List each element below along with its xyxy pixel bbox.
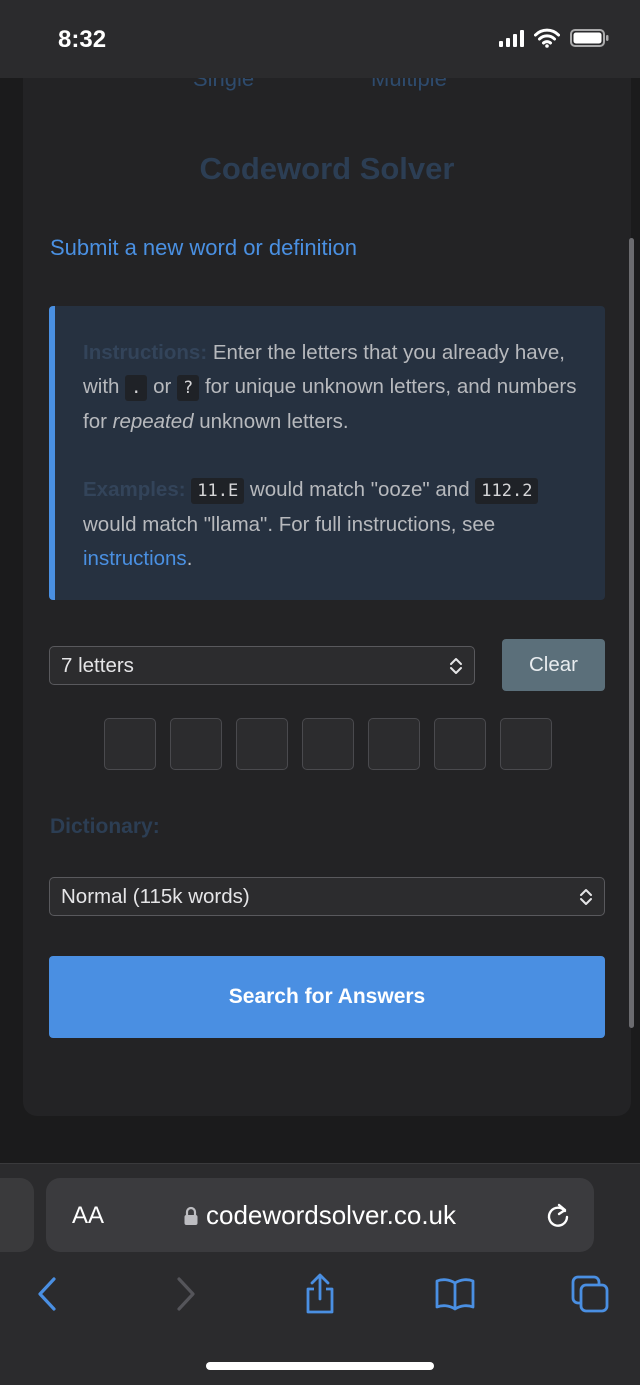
examples-text: Examples: 11.E would match "ooze" and 11… bbox=[83, 473, 579, 576]
dictionary-select[interactable]: Normal (115k words) bbox=[49, 877, 605, 916]
back-icon bbox=[38, 1277, 56, 1311]
share-button[interactable] bbox=[295, 1264, 345, 1324]
home-indicator[interactable] bbox=[206, 1362, 434, 1370]
instructions-box: Instructions: Enter the letters that you… bbox=[49, 306, 605, 600]
status-icons bbox=[499, 28, 610, 48]
bookmarks-icon bbox=[435, 1278, 475, 1311]
tab-multiple[interactable]: Multiple bbox=[371, 78, 447, 92]
cellular-signal-icon bbox=[499, 29, 524, 47]
letter-input[interactable] bbox=[500, 718, 552, 770]
letter-boxes bbox=[104, 718, 552, 770]
solver-card: Single Multiple Codeword Solver Submit a… bbox=[23, 78, 631, 1116]
instructions-link[interactable]: instructions bbox=[83, 547, 187, 570]
examples-label: Examples: bbox=[83, 478, 186, 501]
word-length-select[interactable]: 7 letters bbox=[49, 646, 475, 685]
page-scrollbar[interactable] bbox=[629, 238, 634, 1028]
letter-input[interactable] bbox=[302, 718, 354, 770]
letter-input[interactable] bbox=[368, 718, 420, 770]
back-button[interactable] bbox=[22, 1264, 72, 1324]
instructions-text: Instructions: Enter the letters that you… bbox=[83, 336, 579, 439]
forward-button[interactable] bbox=[161, 1264, 211, 1324]
examples-text-1: would match "ooze" and bbox=[244, 478, 476, 501]
tabs-button[interactable] bbox=[565, 1264, 615, 1324]
bookmarks-button[interactable] bbox=[430, 1264, 480, 1324]
status-time: 8:32 bbox=[58, 26, 107, 53]
instructions-text-2: or bbox=[147, 375, 178, 398]
browser-chrome: AA codewordsolver.co.uk bbox=[0, 1163, 640, 1385]
url-text: codewordsolver.co.uk bbox=[205, 1200, 457, 1230]
code-example-2: 112.2 bbox=[475, 478, 539, 504]
mode-tabs: Single Multiple bbox=[23, 78, 631, 92]
submit-word-link[interactable]: Submit a new word or definition bbox=[50, 235, 357, 261]
reload-icon[interactable] bbox=[544, 1202, 572, 1230]
word-length-value: 7 letters bbox=[61, 654, 134, 677]
page-title: Codeword Solver bbox=[199, 151, 455, 186]
status-bar: 8:32 bbox=[0, 0, 640, 78]
examples-text-3: . bbox=[186, 547, 193, 570]
letter-input[interactable] bbox=[434, 718, 486, 770]
tab-single[interactable]: Single bbox=[193, 78, 254, 92]
code-dot: . bbox=[125, 375, 148, 401]
chevron-up-down-icon bbox=[450, 658, 462, 674]
url-display[interactable]: codewordsolver.co.uk bbox=[46, 1200, 594, 1231]
instructions-text-4: unknown letters. bbox=[193, 410, 349, 433]
chevron-up-down-icon bbox=[580, 889, 592, 905]
dictionary-label: Dictionary: bbox=[50, 815, 160, 838]
forward-icon bbox=[177, 1277, 195, 1311]
battery-icon bbox=[570, 29, 609, 47]
share-icon bbox=[306, 1273, 334, 1314]
letter-input[interactable] bbox=[236, 718, 288, 770]
previous-tab-peek[interactable] bbox=[0, 1178, 34, 1252]
instructions-emphasis: repeated bbox=[112, 410, 194, 433]
tabs-icon bbox=[571, 1275, 609, 1313]
letter-input[interactable] bbox=[104, 718, 156, 770]
code-question: ? bbox=[177, 375, 200, 401]
address-bar[interactable]: AA codewordsolver.co.uk bbox=[46, 1178, 594, 1252]
lock-icon bbox=[184, 1206, 198, 1225]
dictionary-value: Normal (115k words) bbox=[61, 885, 250, 908]
search-button[interactable]: Search for Answers bbox=[49, 956, 605, 1038]
examples-text-2: would match "llama". For full instructio… bbox=[83, 513, 496, 536]
clear-button[interactable]: Clear bbox=[502, 639, 605, 691]
wifi-icon bbox=[534, 28, 560, 48]
browser-toolbar bbox=[0, 1264, 640, 1324]
instructions-label: Instructions: bbox=[83, 341, 208, 364]
code-example-1: 11.E bbox=[191, 478, 245, 504]
letter-input[interactable] bbox=[170, 718, 222, 770]
